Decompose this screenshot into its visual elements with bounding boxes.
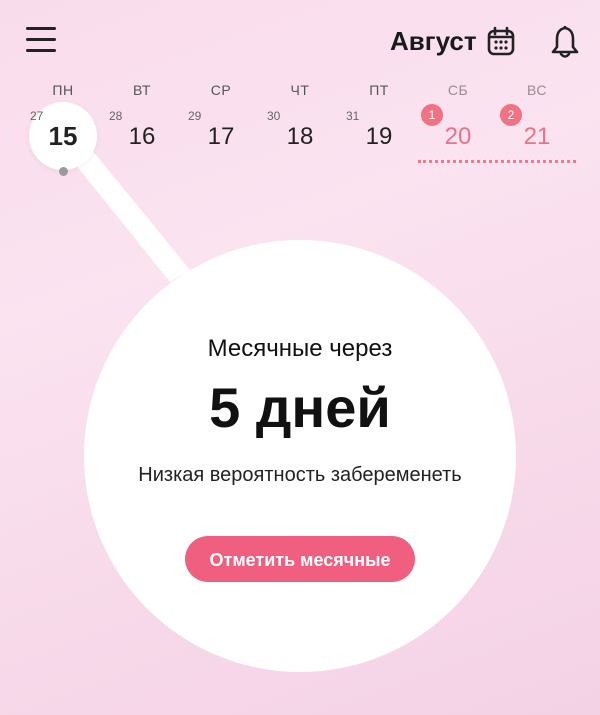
weekday-label: СБ [447, 82, 469, 98]
cycle-info-circle [84, 240, 516, 672]
weekday-label: ПН [52, 82, 74, 98]
week-strip: ПН 27 15 ВТ 28 16 СР 29 17 ЧТ 30 18 ПТ 3… [0, 78, 600, 188]
weekday-label: ВС [527, 82, 547, 98]
date-number: 17 [207, 123, 235, 150]
period-countdown: 5 дней [209, 376, 391, 439]
cycle-day: 29 [188, 109, 202, 123]
date-number: 19 [365, 123, 393, 150]
period-forecast-line [418, 160, 576, 163]
day-thu[interactable]: ЧТ 30 18 [265, 78, 335, 178]
day-tue[interactable]: ВТ 28 16 [107, 78, 177, 178]
log-period-button[interactable]: Отметить месячные [185, 536, 415, 582]
period-subtitle: Месячные через [207, 335, 393, 362]
day-fri[interactable]: ПТ 31 19 [344, 78, 414, 178]
date-number: 21 [523, 123, 551, 150]
cycle-day: 30 [267, 109, 281, 123]
day-wed[interactable]: СР 29 17 [186, 78, 256, 178]
cycle-day: 28 [109, 109, 123, 123]
day-sat[interactable]: СБ 1 20 [421, 78, 493, 178]
date-number: 15 [48, 121, 78, 151]
date-number: 16 [128, 123, 156, 150]
pregnancy-chance-note: Низкая вероятность забеременеть [138, 464, 462, 486]
weekday-label: ЧТ [290, 82, 310, 98]
weekday-label: ВТ [133, 82, 151, 98]
weekday-label: СР [210, 82, 232, 98]
date-number: 20 [444, 123, 472, 150]
selected-day-dot [59, 167, 68, 176]
day-sun[interactable]: ВС 2 21 [500, 78, 572, 178]
weekday-label: ПТ [369, 82, 389, 98]
day-mon[interactable]: ПН 27 15 [28, 78, 98, 178]
date-number: 18 [286, 123, 314, 150]
cycle-day: 31 [346, 109, 360, 123]
